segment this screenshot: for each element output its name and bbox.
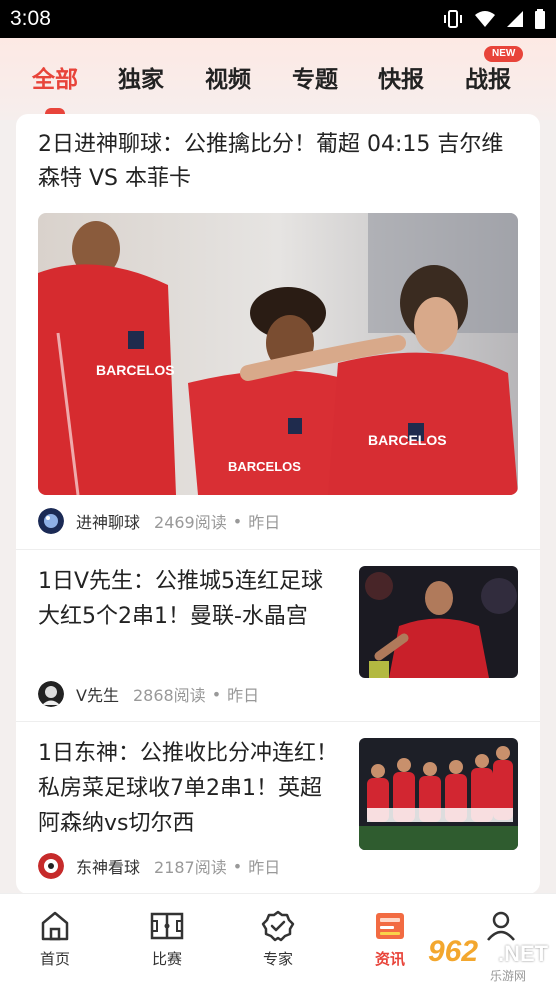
article-card[interactable]: 2日进神聊球：公推擒比分！葡超 04:15 吉尔维森特 VS 本菲卡 BARCE… [16, 114, 540, 549]
nav-home-label: 首页 [39, 950, 70, 968]
wifi-icon [475, 11, 495, 27]
article-thumbnail[interactable] [359, 566, 518, 678]
publish-time: 昨日 [227, 686, 260, 705]
jersey-text-2: BARCELOS [228, 459, 301, 474]
article-title[interactable]: 2日进神聊球：公推擒比分！葡超 04:15 吉尔维森特 VS 本菲卡 [38, 128, 518, 196]
nav-matches-label: 比赛 [151, 950, 182, 968]
site-watermark: 962 .NET 乐游网 [420, 935, 556, 985]
author-avatar[interactable] [38, 853, 64, 879]
author-avatar[interactable] [38, 681, 64, 707]
battery-icon [535, 9, 545, 29]
status-icons [442, 9, 546, 29]
nav-matches[interactable]: 比赛 [132, 910, 202, 969]
article-hero-image[interactable]: BARCELOS BARCELOS BARCELOS [38, 213, 518, 495]
nav-experts[interactable]: 专家 [243, 910, 313, 969]
category-header: 全部 独家 视频 专题 快报 战报 NEW [0, 38, 556, 120]
player-thumbnail-image [359, 566, 518, 678]
article-title[interactable]: 1日V先生：公推城5连红足球大红5个2串1！曼联-水晶宫 [38, 564, 338, 634]
jersey-text-3: BARCELOS [368, 432, 447, 448]
watermark-sub: 乐游网 [490, 969, 527, 983]
read-count: 2187阅读 [154, 858, 227, 877]
vibrate-icon [444, 10, 462, 28]
meta-dot: • [232, 511, 243, 531]
tab-video[interactable]: 视频 [205, 60, 251, 94]
article-card[interactable]: 1日V先生：公推城5连红足球大红5个2串1！曼联-水晶宫 V先生 2868阅读 … [16, 549, 540, 721]
watermark-net: .NET [498, 941, 549, 966]
publish-time: 昨日 [248, 858, 281, 877]
read-count: 2469阅读 [154, 513, 227, 532]
nav-news[interactable]: 资讯 [355, 910, 425, 969]
news-icon [376, 913, 404, 939]
signal-icon [507, 11, 523, 27]
nav-home[interactable]: 首页 [20, 910, 90, 969]
article-title[interactable]: 1日东神：公推收比分冲连红！私房菜足球收7单2串1！英超阿森纳vs切尔西 [38, 736, 338, 841]
publish-time: 昨日 [248, 513, 281, 532]
tab-reports[interactable]: 战报 [465, 60, 511, 94]
watermark-number: 962 [428, 935, 479, 968]
tab-exclusive[interactable]: 独家 [118, 60, 164, 94]
badge-check-icon [261, 910, 295, 942]
home-icon [41, 911, 69, 941]
meta-dot: • [211, 684, 222, 704]
tab-all[interactable]: 全部 [32, 60, 78, 94]
article-thumbnail[interactable] [359, 738, 518, 850]
football-celebration-image: BARCELOS BARCELOS BARCELOS [38, 213, 518, 495]
read-count: 2868阅读 [132, 686, 206, 705]
nav-news-label: 资讯 [374, 950, 405, 968]
status-time: 3:08 [10, 7, 51, 30]
pitch-icon [150, 912, 184, 940]
jersey-text: BARCELOS [96, 362, 175, 378]
news-feed: 2日进神聊球：公推擒比分！葡超 04:15 吉尔维森特 VS 本菲卡 BARCE… [16, 114, 540, 894]
team-thumbnail-image [359, 738, 518, 850]
status-bar: 3:08 [0, 0, 556, 38]
category-tabs: 全部 独家 视频 专题 快报 战报 [0, 60, 556, 100]
tab-flash[interactable]: 快报 [378, 60, 424, 94]
meta-dot: • [232, 856, 243, 876]
author-name[interactable]: 进神聊球 [76, 509, 140, 533]
author-name[interactable]: V先生 [76, 682, 119, 706]
new-badge: NEW [484, 46, 524, 62]
article-meta: 东神看球 2187阅读 • 昨日 [38, 853, 280, 879]
author-avatar[interactable] [38, 508, 64, 534]
article-meta: V先生 2868阅读 • 昨日 [38, 681, 259, 707]
article-card[interactable]: 1日东神：公推收比分冲连红！私房菜足球收7单2串1！英超阿森纳vs切尔西 东神看… [16, 721, 540, 894]
tab-topics[interactable]: 专题 [292, 60, 338, 94]
author-name[interactable]: 东神看球 [76, 854, 140, 878]
article-meta: 进神聊球 2469阅读 • 昨日 [38, 508, 280, 534]
nav-experts-label: 专家 [262, 950, 293, 968]
